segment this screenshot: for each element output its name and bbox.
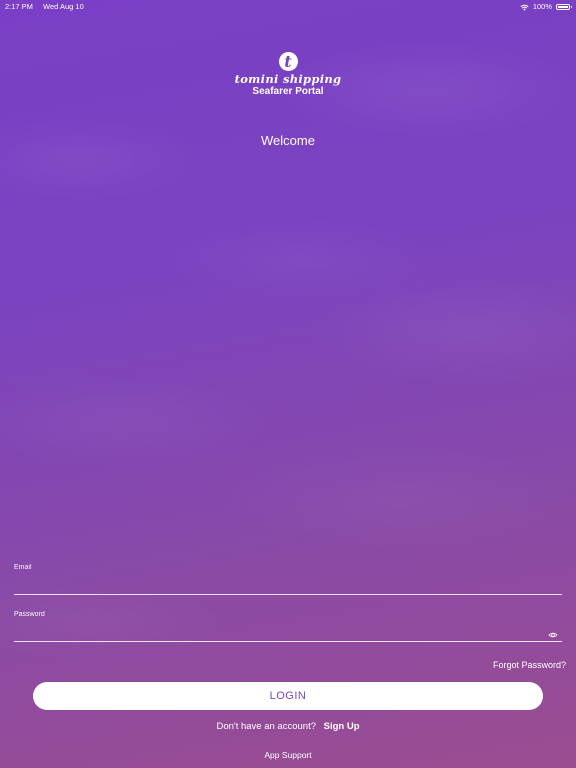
no-account-text: Don't have an account?: [216, 721, 316, 732]
background-texture: [0, 0, 576, 768]
forgot-password-link[interactable]: Forgot Password?: [493, 660, 566, 670]
portal-name: Seafarer Portal: [252, 86, 324, 97]
status-date: Wed Aug 10: [43, 2, 84, 11]
email-label: Email: [14, 564, 32, 571]
brand-name: tomini shipping: [234, 72, 342, 86]
login-button[interactable]: LOGIN: [33, 682, 543, 710]
email-field-group: Email: [14, 564, 562, 595]
status-left: 2:17 PM Wed Aug 10: [5, 0, 84, 14]
password-input[interactable]: [14, 621, 562, 642]
wifi-icon: [520, 4, 529, 11]
company-logo: t tomini shipping Seafarer Portal: [0, 52, 576, 97]
status-time: 2:17 PM: [5, 2, 33, 11]
status-bar: 2:17 PM Wed Aug 10 100%: [0, 0, 576, 14]
signup-row: Don't have an account? Sign Up: [0, 721, 576, 732]
sign-up-link[interactable]: Sign Up: [324, 721, 360, 732]
app-support-link[interactable]: App Support: [0, 750, 576, 760]
email-input[interactable]: [14, 574, 562, 595]
eye-icon[interactable]: [548, 630, 558, 640]
welcome-heading: Welcome: [261, 133, 315, 148]
battery-percent: 100%: [532, 2, 552, 11]
password-field-group: Password: [14, 611, 562, 642]
password-label: Password: [14, 611, 45, 618]
status-right: 100%: [520, 0, 572, 14]
logo-mark-icon: t: [278, 52, 298, 71]
battery-icon: [556, 4, 572, 10]
